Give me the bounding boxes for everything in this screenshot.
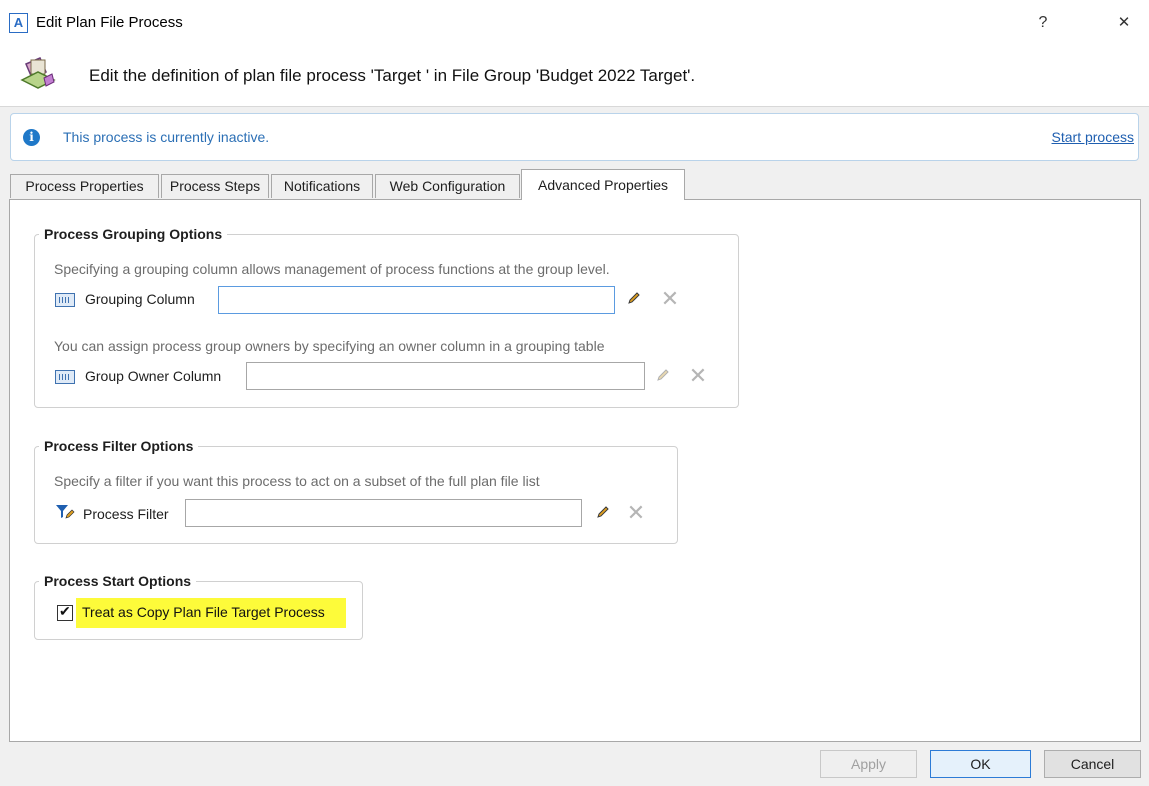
app-icon: A xyxy=(9,13,28,33)
edit-pencil-icon[interactable] xyxy=(656,368,670,382)
close-button[interactable]: ✕ xyxy=(1112,11,1136,35)
grouping-column-description: Specifying a grouping column allows mana… xyxy=(54,261,610,277)
grouping-options-title: Process Grouping Options xyxy=(39,226,228,242)
group-owner-column-label: Group Owner Column xyxy=(85,368,222,384)
apply-button[interactable]: Apply xyxy=(820,750,917,778)
clear-icon[interactable]: ✕ xyxy=(687,365,709,387)
cancel-button[interactable]: Cancel xyxy=(1044,750,1141,778)
grouping-column-label: Grouping Column xyxy=(85,291,195,307)
filter-icon xyxy=(56,505,75,519)
start-options-title: Process Start Options xyxy=(39,573,197,589)
info-banner: i This process is currently inactive. St… xyxy=(10,113,1139,161)
tab-advanced-properties[interactable]: Advanced Properties xyxy=(521,169,685,200)
start-process-link[interactable]: Start process xyxy=(1052,129,1134,145)
dialog-header: Edit the definition of plan file process… xyxy=(0,46,1149,107)
group-owner-description: You can assign process group owners by s… xyxy=(54,338,605,354)
tab-process-properties[interactable]: Process Properties xyxy=(10,174,159,198)
copy-target-checkbox[interactable]: ✔ xyxy=(57,603,73,621)
process-filter-description: Specify a filter if you want this proces… xyxy=(54,473,540,489)
filter-options-group xyxy=(34,446,678,544)
clear-icon[interactable]: ✕ xyxy=(659,288,681,310)
info-icon: i xyxy=(23,129,40,146)
edit-pencil-icon[interactable] xyxy=(627,291,641,305)
tab-web-configuration[interactable]: Web Configuration xyxy=(375,174,520,198)
tab-notifications[interactable]: Notifications xyxy=(271,174,373,198)
tab-process-steps[interactable]: Process Steps xyxy=(161,174,269,198)
clear-icon[interactable]: ✕ xyxy=(625,502,647,524)
plan-file-process-icon xyxy=(20,57,56,89)
status-message: This process is currently inactive. xyxy=(63,129,270,145)
window-title: Edit Plan File Process xyxy=(36,14,183,31)
copy-target-label[interactable]: Treat as Copy Plan File Target Process xyxy=(82,604,325,620)
group-owner-column-input[interactable] xyxy=(246,362,645,390)
header-description: Edit the definition of plan file process… xyxy=(89,66,696,85)
title-bar: A Edit Plan File Process ? ✕ xyxy=(0,0,1149,46)
edit-pencil-icon[interactable] xyxy=(596,505,610,519)
column-icon xyxy=(55,370,75,384)
ok-button[interactable]: OK xyxy=(930,750,1031,778)
close-icon: ✕ xyxy=(1117,14,1131,31)
help-button[interactable]: ? xyxy=(1031,11,1055,35)
grouping-column-input[interactable] xyxy=(218,286,615,314)
filter-options-title: Process Filter Options xyxy=(39,438,199,454)
checkmark-icon: ✔ xyxy=(59,603,71,619)
column-icon xyxy=(55,293,75,307)
process-filter-label: Process Filter xyxy=(83,506,169,522)
process-filter-input[interactable] xyxy=(185,499,582,527)
